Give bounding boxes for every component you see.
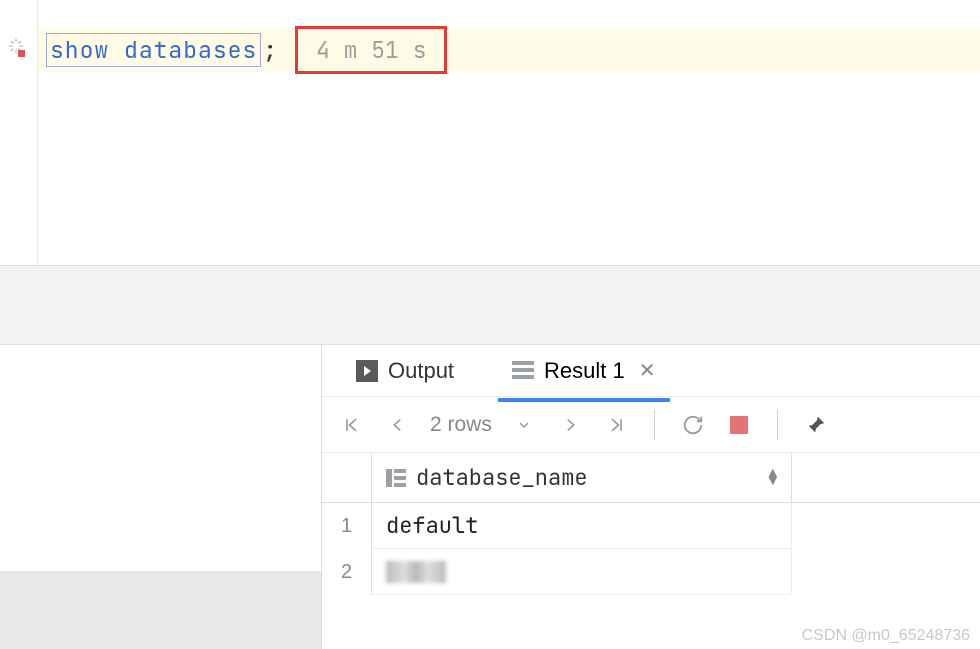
redacted-value (386, 561, 446, 583)
column-header-label: database_name (416, 463, 588, 492)
sql-statement[interactable]: show databases (46, 33, 261, 67)
toolbar-separator (654, 410, 655, 440)
editor-area: show databases; 4 m 51 s (0, 0, 980, 265)
watermark: CSDN @m0_65248736 (802, 627, 970, 645)
row-number: 2 (322, 549, 372, 595)
table-header-row: database_name ▲▼ (322, 453, 980, 503)
results-area: Output Result 1 ✕ 2 rows (0, 345, 980, 649)
close-icon[interactable]: ✕ (639, 358, 656, 383)
code-editor[interactable]: show databases; 4 m 51 s (38, 0, 980, 265)
row-number: 1 (322, 503, 372, 549)
tab-result-1[interactable]: Result 1 ✕ (498, 350, 669, 392)
tab-result-label: Result 1 (544, 358, 625, 384)
next-page-button[interactable] (556, 411, 584, 439)
table-row[interactable]: 1 default (322, 503, 980, 549)
first-page-button[interactable] (338, 411, 366, 439)
editor-gutter (0, 0, 38, 265)
stop-button[interactable] (725, 411, 753, 439)
column-icon (386, 469, 406, 487)
output-icon (356, 360, 378, 382)
code-line[interactable]: show databases; 4 m 51 s (38, 28, 980, 72)
prev-page-button[interactable] (384, 411, 412, 439)
tab-output-label: Output (388, 358, 454, 384)
tab-bar: Output Result 1 ✕ (322, 345, 980, 397)
row-number-header (322, 453, 372, 502)
result-table: database_name ▲▼ 1 default 2 (322, 453, 980, 595)
sql-identifier: databases (124, 35, 257, 65)
results-toolbar: 2 rows (322, 397, 980, 453)
column-header-database-name[interactable]: database_name ▲▼ (372, 453, 792, 502)
rows-count-label: 2 rows (430, 413, 492, 437)
execution-marker-icon (18, 50, 25, 57)
results-panel: Output Result 1 ✕ 2 rows (322, 345, 980, 649)
table-row[interactable]: 2 (322, 549, 980, 595)
stop-icon (730, 416, 748, 434)
sort-icon[interactable]: ▲▼ (769, 470, 777, 486)
left-panel-top (0, 345, 321, 571)
cell-database-name[interactable] (372, 549, 792, 595)
last-page-button[interactable] (602, 411, 630, 439)
left-panel (0, 345, 322, 649)
tab-output[interactable]: Output (342, 350, 468, 392)
left-panel-bottom (0, 571, 321, 649)
dropdown-button[interactable] (510, 411, 538, 439)
divider (0, 265, 980, 345)
semicolon: ; (263, 35, 277, 65)
refresh-button[interactable] (679, 411, 707, 439)
grid-icon (512, 361, 534, 381)
sql-keyword: show (50, 35, 109, 65)
cell-database-name[interactable]: default (372, 503, 792, 549)
toolbar-separator (777, 410, 778, 440)
execution-timer: 4 m 51 s (295, 26, 447, 74)
pin-button[interactable] (802, 411, 830, 439)
